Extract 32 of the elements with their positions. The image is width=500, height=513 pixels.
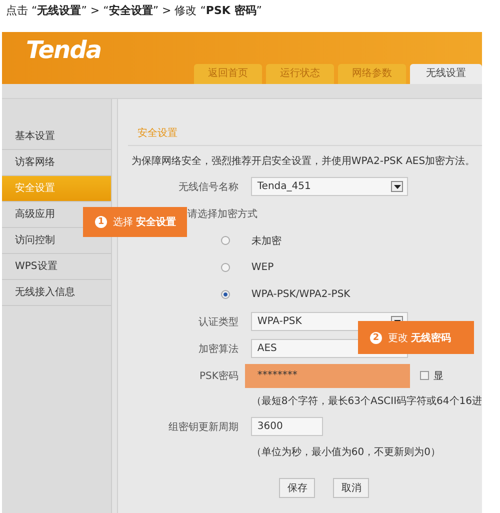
checkbox-label: 显 xyxy=(433,370,444,382)
radio-button[interactable] xyxy=(221,236,230,245)
logo: Tenda xyxy=(26,36,102,64)
field-label: 无线信号名称 xyxy=(177,180,238,194)
dropdown[interactable]: Tenda_451 xyxy=(251,177,408,196)
callout-text: 选择 安全设置 xyxy=(113,215,176,229)
field-label: PSK密码 xyxy=(198,370,238,382)
notice-text: 为保障网络安全，强烈推荐开启安全设置，并使用WPA2-PSK AES加密方法。 xyxy=(130,154,476,168)
form-button[interactable]: 取消 xyxy=(333,478,370,498)
sidebar-item[interactable]: WPS设置 xyxy=(2,254,112,280)
radio-label: WEP xyxy=(251,262,274,273)
section-title: 安全设置 xyxy=(128,126,482,146)
field-label: 组密钥更新周期 xyxy=(167,420,238,434)
step-number: 1 xyxy=(95,216,107,228)
step-number: 2 xyxy=(370,332,382,344)
radio-button[interactable] xyxy=(221,290,230,299)
input-field[interactable]: 3600 xyxy=(251,417,324,436)
radio-label: 未加密 xyxy=(251,234,282,248)
field-label: 请选择加密方式 xyxy=(186,208,258,220)
instruction-text: 点击 “无线设置” > “安全设置” > 修改 “PSK 密码” xyxy=(5,3,263,19)
sidebar-item[interactable]: 基本设置 xyxy=(2,124,112,150)
nav-tab[interactable]: 无线设置 xyxy=(410,64,482,84)
sidebar-item[interactable]: 无线接入信息 xyxy=(2,280,112,306)
field-label: 认证类型 xyxy=(197,316,238,328)
hint-text: （最短8个字符，最长63个ASCII码字符或64个16进 xyxy=(250,394,482,408)
form-button[interactable]: 保存 xyxy=(279,478,316,498)
radio-button[interactable] xyxy=(221,263,230,272)
hint-text: （单位为秒，最小值为60，不更新则为0） xyxy=(250,446,440,459)
checkbox[interactable] xyxy=(420,371,430,380)
password-field[interactable]: ******** xyxy=(245,364,410,388)
field-label: 加密算法 xyxy=(197,342,238,356)
radio-label: WPA-PSK/WPA2-PSK xyxy=(251,289,350,300)
